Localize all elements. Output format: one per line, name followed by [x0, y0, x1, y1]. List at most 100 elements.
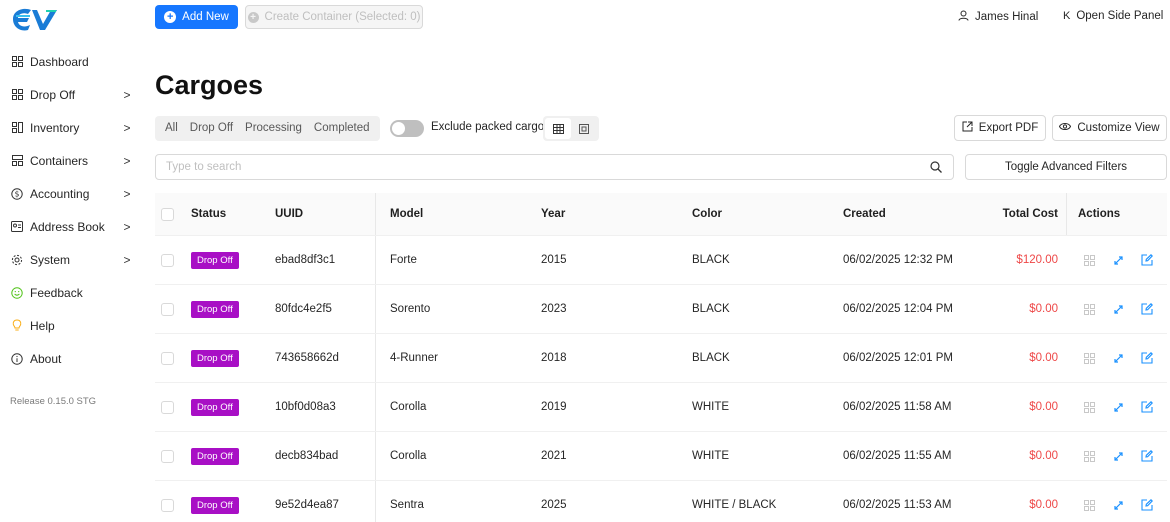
search-icon[interactable] — [929, 160, 943, 174]
sidebar-item-address-book[interactable]: Address Book > — [0, 210, 142, 243]
plus-circle-icon: + — [247, 11, 259, 23]
export-pdf-button[interactable]: Export PDF — [954, 115, 1046, 141]
column-divider[interactable] — [1066, 193, 1067, 235]
cell-uuid: 743658662d — [275, 352, 339, 364]
sidebar-item-dashboard[interactable]: Dashboard — [0, 45, 142, 78]
gear-icon — [10, 253, 24, 267]
sidebar-item-feedback[interactable]: Feedback — [0, 276, 142, 309]
cell-created: 06/02/2025 12:01 PM — [843, 352, 953, 364]
cell-total-cost: $0.00 — [1029, 499, 1058, 511]
container-icon[interactable] — [1080, 350, 1098, 366]
header-status[interactable]: Status — [179, 208, 275, 220]
filter-all[interactable]: All — [159, 116, 184, 141]
container-icon[interactable] — [1080, 497, 1098, 513]
add-new-button[interactable]: + Add New — [155, 5, 238, 29]
table-row[interactable]: Drop Off 743658662d 4-Runner 2018 BLACK … — [155, 334, 1167, 383]
sidebar-item-drop-off[interactable]: Drop Off > — [0, 78, 142, 111]
sidebar-item-about[interactable]: About — [0, 342, 142, 375]
sidebar-item-label: Drop Off — [30, 87, 76, 102]
info-icon — [10, 352, 24, 366]
cell-total-cost: $0.00 — [1029, 303, 1058, 315]
header-actions: Actions — [1078, 208, 1121, 220]
row-checkbox[interactable] — [161, 498, 174, 512]
table-row[interactable]: Drop Off 10bf0d08a3 Corolla 2019 WHITE 0… — [155, 383, 1167, 432]
container-icon — [10, 154, 24, 168]
container-icon[interactable] — [1080, 252, 1098, 268]
exclude-packed-toggle[interactable] — [390, 120, 424, 137]
column-divider — [375, 285, 376, 333]
row-checkbox[interactable] — [161, 400, 174, 414]
container-icon[interactable] — [1080, 301, 1098, 317]
table-row[interactable]: Drop Off 9e52d4ea87 Sentra 2025 WHITE / … — [155, 481, 1167, 522]
header-color[interactable]: Color — [682, 208, 833, 220]
select-all-checkbox[interactable] — [161, 207, 174, 221]
customize-view-button[interactable]: Customize View — [1052, 115, 1167, 141]
table-header: Status UUID Model Year Color Created Tot… — [155, 193, 1167, 236]
expand-icon[interactable] — [1109, 399, 1127, 415]
grid-icon — [10, 55, 24, 69]
row-checkbox[interactable] — [161, 302, 174, 316]
chevron-right-icon: > — [123, 186, 131, 201]
filter-drop-off[interactable]: Drop Off — [184, 116, 239, 141]
header-created[interactable]: Created — [833, 208, 963, 220]
edit-icon[interactable] — [1138, 448, 1156, 464]
status-badge: Drop Off — [191, 398, 239, 416]
header-uuid[interactable]: UUID — [275, 208, 380, 220]
edit-icon[interactable] — [1138, 252, 1156, 268]
container-icon[interactable] — [1080, 448, 1098, 464]
table-row[interactable]: Drop Off ebad8df3c1 Forte 2015 BLACK 06/… — [155, 236, 1167, 285]
table-row[interactable]: Drop Off decb834bad Corolla 2021 WHITE 0… — [155, 432, 1167, 481]
inventory-icon — [10, 121, 24, 135]
cell-uuid: 10bf0d08a3 — [275, 401, 336, 413]
column-divider[interactable] — [375, 193, 376, 235]
table-row[interactable]: Drop Off 80fdc4e2f5 Sorento 2023 BLACK 0… — [155, 285, 1167, 334]
row-checkbox[interactable] — [161, 253, 174, 267]
user-menu[interactable]: James Hinal — [958, 10, 1038, 24]
cell-year: 2021 — [541, 450, 567, 462]
expand-icon[interactable] — [1109, 301, 1127, 317]
address-book-icon — [10, 220, 24, 234]
sidebar-item-help[interactable]: Help — [0, 309, 142, 342]
filter-processing[interactable]: Processing — [239, 116, 308, 141]
chevron-right-icon: > — [123, 219, 131, 234]
status-badge: Drop Off — [191, 496, 239, 514]
expand-icon[interactable] — [1109, 252, 1127, 268]
search-input[interactable] — [156, 155, 916, 179]
container-icon[interactable] — [1080, 399, 1098, 415]
status-filter-segmented: All Drop Off Processing Completed — [155, 116, 380, 141]
cell-year: 2018 — [541, 352, 567, 364]
cell-model: Sorento — [390, 303, 431, 315]
sidebar-item-containers[interactable]: Containers > — [0, 144, 142, 177]
sidebar-item-accounting[interactable]: $ Accounting > — [0, 177, 142, 210]
header-year[interactable]: Year — [531, 208, 682, 220]
row-checkbox[interactable] — [161, 449, 174, 463]
sidebar-item-label: Help — [30, 318, 55, 333]
sidebar-item-system[interactable]: System > — [0, 243, 142, 276]
view-mode-switch — [543, 116, 599, 141]
cell-created: 06/02/2025 12:32 PM — [843, 254, 953, 266]
cell-created: 06/02/2025 11:53 AM — [843, 499, 952, 511]
header-model[interactable]: Model — [380, 208, 531, 220]
table-view-icon[interactable] — [545, 118, 571, 139]
expand-icon[interactable] — [1109, 497, 1127, 513]
create-container-button[interactable]: + Create Container (Selected: 0) — [245, 5, 423, 29]
ev-logo[interactable] — [10, 5, 60, 33]
expand-icon[interactable] — [1109, 448, 1127, 464]
edit-icon[interactable] — [1138, 399, 1156, 415]
edit-icon[interactable] — [1138, 497, 1156, 513]
open-side-panel-button[interactable]: K Open Side Panel — [1063, 10, 1163, 22]
header-total-cost[interactable]: Total Cost — [963, 208, 1066, 220]
expand-icon[interactable] — [1109, 350, 1127, 366]
sidebar-item-inventory[interactable]: Inventory > — [0, 111, 142, 144]
filter-completed[interactable]: Completed — [308, 116, 376, 141]
chevron-right-icon: > — [123, 120, 131, 135]
customize-view-label: Customize View — [1077, 122, 1160, 134]
card-view-icon[interactable] — [571, 118, 597, 139]
toggle-advanced-filters-button[interactable]: Toggle Advanced Filters — [965, 154, 1167, 180]
edit-icon[interactable] — [1138, 301, 1156, 317]
cell-total-cost: $120.00 — [1016, 254, 1058, 266]
edit-icon[interactable] — [1138, 350, 1156, 366]
toggle-knob — [392, 122, 405, 135]
cell-model: Corolla — [390, 450, 427, 462]
row-checkbox[interactable] — [161, 351, 174, 365]
